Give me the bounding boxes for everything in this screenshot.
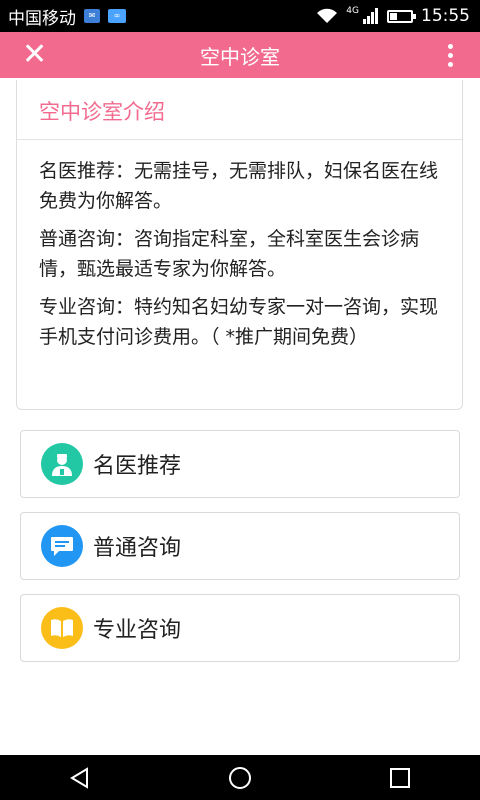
intro-paragraph-expert-consult: 专业咨询：特约知名妇幼专家一对一咨询，实现手机支付问诊费用。（ *推广期间免费） (39, 296, 439, 348)
doctor-icon (41, 443, 83, 485)
system-nav-bar (0, 755, 480, 800)
network-type-label: 4G (346, 6, 359, 16)
clock: 15:55 (421, 6, 470, 26)
intro-body: 名医推荐：无需挂号，无需排队，妇保名医在线免费为你解答。 普通咨询：咨询指定科室… (17, 140, 462, 352)
status-bar-left: 中国移动 ✉ ∞ (8, 4, 126, 29)
intro-title: 空中诊室介绍 (17, 80, 462, 140)
general-consult-label: 普通咨询 (93, 536, 182, 561)
signal-icon (363, 8, 378, 24)
general-consult-button[interactable]: 普通咨询 (20, 512, 460, 580)
expert-consult-label: 专业咨询 (93, 618, 182, 643)
intro-paragraph-general-consult: 普通咨询：咨询指定科室，全科室医生会诊病情，甄选最适专家为你解答。 (39, 228, 420, 280)
expert-consult-button[interactable]: 专业咨询 (20, 594, 460, 662)
status-bar: 中国移动 ✉ ∞ 4G 15:55 (0, 0, 480, 32)
page-title: 空中诊室 (200, 44, 280, 69)
close-icon[interactable]: ✕ (22, 39, 47, 71)
status-bar-right: 4G 15:55 (316, 6, 470, 26)
app-notification-icon: ∞ (108, 9, 126, 23)
intro-card: 空中诊室介绍 名医推荐：无需挂号，无需排队，妇保名医在线免费为你解答。 普通咨询… (16, 80, 463, 410)
recent-apps-icon[interactable] (370, 755, 430, 800)
battery-icon (387, 9, 416, 23)
app-header: ✕ 空中诊室 (0, 32, 480, 78)
home-icon[interactable] (210, 755, 270, 800)
book-icon (41, 607, 83, 649)
back-icon[interactable] (50, 755, 110, 800)
famous-doctor-label: 名医推荐 (93, 454, 182, 479)
famous-doctor-button[interactable]: 名医推荐 (20, 430, 460, 498)
carrier-label: 中国移动 (8, 8, 76, 29)
notification-icon: ✉ (84, 9, 100, 23)
chat-icon (41, 525, 83, 567)
more-options-icon[interactable] (448, 44, 454, 67)
wifi-icon (317, 8, 338, 23)
intro-paragraph-famous-doctor: 名医推荐：无需挂号，无需排队，妇保名医在线免费为你解答。 (39, 160, 439, 212)
